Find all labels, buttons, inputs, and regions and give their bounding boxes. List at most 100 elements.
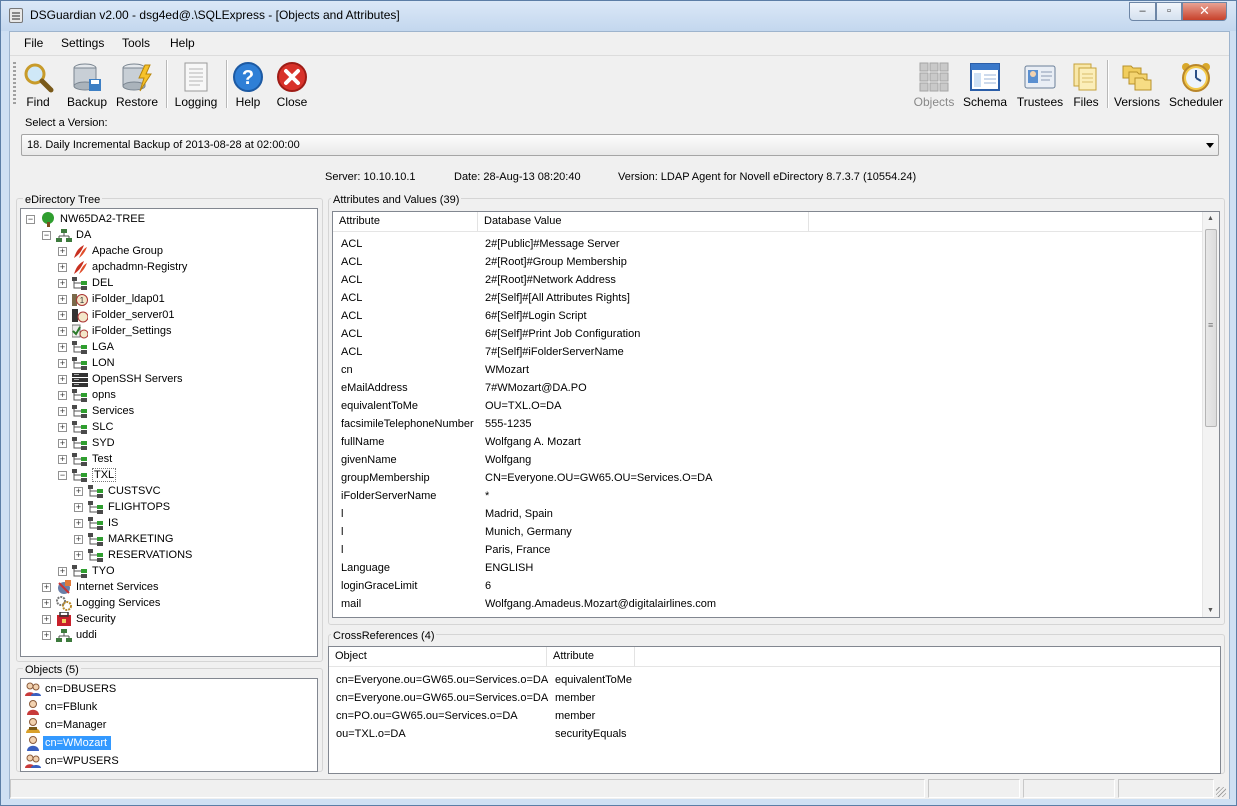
version-label: Select a Version: <box>25 117 108 129</box>
close-button[interactable]: Close <box>274 59 310 111</box>
expand-icon[interactable]: + <box>74 503 83 512</box>
expand-icon[interactable]: + <box>74 519 83 528</box>
expand-icon[interactable]: + <box>58 391 67 400</box>
expand-icon[interactable]: + <box>42 615 51 624</box>
schema-button[interactable]: Schema <box>962 59 1008 111</box>
collapse-icon[interactable]: − <box>42 231 51 240</box>
expand-icon[interactable]: + <box>58 279 67 288</box>
attribute-row[interactable]: ACL 2#[Root]#Network Address <box>333 273 1202 291</box>
resize-grip[interactable] <box>1216 787 1226 797</box>
attribute-row[interactable]: givenName Wolfgang <box>333 453 1202 471</box>
attribute-row[interactable]: fullName Wolfgang A. Mozart <box>333 435 1202 453</box>
expand-icon[interactable]: + <box>42 599 51 608</box>
attribute-row[interactable]: l Munich, Germany <box>333 525 1202 543</box>
attribute-value-cell: 7#WMozart@DA.PO <box>485 382 587 394</box>
attribute-row[interactable]: groupMembership CN=Everyone.OU=GW65.OU=Se… <box>333 471 1202 489</box>
attribute-row[interactable]: Language ENGLISH <box>333 561 1202 579</box>
expand-icon[interactable]: + <box>58 343 67 352</box>
trustees-button[interactable]: Trustees <box>1015 59 1065 111</box>
collapse-icon[interactable]: − <box>58 471 67 480</box>
files-label: Files <box>1073 95 1099 109</box>
help-button[interactable]: ? Help <box>230 59 266 111</box>
logging-button[interactable]: Logging <box>172 59 220 111</box>
menu-tools[interactable]: Tools <box>122 36 150 50</box>
attribute-row[interactable]: mail Wolfgang.Amadeus.Mozart@digitalairli… <box>333 597 1202 615</box>
expand-icon[interactable]: + <box>74 551 83 560</box>
expand-icon[interactable]: + <box>58 407 67 416</box>
attribute-row[interactable]: ACL 2#[Self]#[All Attributes Rights] <box>333 291 1202 309</box>
objects-button[interactable]: Objects <box>912 59 956 111</box>
minimize-button[interactable]: – <box>1129 2 1156 21</box>
attributes-table[interactable]: Attribute Database Value ACL 2#[Public]#M… <box>332 211 1220 618</box>
expand-icon[interactable]: + <box>58 295 67 304</box>
attribute-row[interactable]: iFolderServerName * <box>333 489 1202 507</box>
objects-title: Objects (5) <box>23 664 81 676</box>
expand-icon[interactable]: + <box>58 455 67 464</box>
ou-icon <box>88 532 103 546</box>
expand-icon[interactable]: + <box>74 487 83 496</box>
tree-node-label: SYD <box>92 437 115 449</box>
scheduler-button[interactable]: Scheduler <box>1167 59 1225 111</box>
attribute-name-cell: ACL <box>341 346 363 358</box>
crossref-row[interactable]: ou=TXL.o=DA securityEquals <box>329 725 1220 743</box>
ifolder-server-icon <box>72 308 89 323</box>
col-attribute-header[interactable]: Attribute <box>333 212 478 232</box>
close-window-button[interactable]: ✕ <box>1182 2 1227 21</box>
expand-icon[interactable]: + <box>58 247 67 256</box>
versions-label: Versions <box>1113 95 1161 109</box>
title-bar[interactable]: DSGuardian v2.00 - dsg4ed@.\SQLExpress -… <box>1 1 1236 31</box>
edirectory-tree[interactable]: − NW65DA2-TREE − DA + Apache Group + apchadmn… <box>20 208 318 657</box>
attribute-row[interactable]: ACL 6#[Self]#Login Script <box>333 309 1202 327</box>
expand-icon[interactable]: + <box>58 359 67 368</box>
files-button[interactable]: Files <box>1069 59 1103 111</box>
expand-icon[interactable]: + <box>74 535 83 544</box>
version-select[interactable]: 18. Daily Incremental Backup of 2013-08-… <box>21 134 1219 156</box>
attribute-name-cell: equivalentToMe <box>341 400 419 412</box>
toolbar-grip[interactable] <box>13 62 16 106</box>
expand-icon[interactable]: + <box>58 423 67 432</box>
expand-icon[interactable]: + <box>58 311 67 320</box>
menu-file[interactable]: File <box>24 36 43 50</box>
crossref-row[interactable]: cn=Everyone.ou=GW65.ou=Services.o=DA equi… <box>329 671 1220 689</box>
attribute-row[interactable]: ACL 2#[Public]#Message Server <box>333 237 1202 255</box>
attribute-row[interactable]: equivalentToMe OU=TXL.O=DA <box>333 399 1202 417</box>
attribute-row[interactable]: facsimileTelephoneNumber 555-1235 <box>333 417 1202 435</box>
tree-node-label: opns <box>92 389 116 401</box>
expand-icon[interactable]: + <box>58 567 67 576</box>
col-xref-attribute-header[interactable]: Attribute <box>547 647 635 667</box>
attribute-row[interactable]: ACL 7#[Self]#iFolderServerName <box>333 345 1202 363</box>
restore-button[interactable]: Restore <box>114 59 160 111</box>
attribute-row[interactable]: ACL 2#[Root]#Group Membership <box>333 255 1202 273</box>
attribute-row[interactable]: eMailAddress 7#WMozart@DA.PO <box>333 381 1202 399</box>
backup-button[interactable]: Backup <box>65 59 109 111</box>
expand-icon[interactable]: + <box>42 583 51 592</box>
attribute-row[interactable]: cn WMozart <box>333 363 1202 381</box>
expand-icon[interactable]: + <box>58 375 67 384</box>
attribute-row[interactable]: ACL 6#[Self]#Print Job Configuration <box>333 327 1202 345</box>
col-object-header[interactable]: Object <box>329 647 547 667</box>
scroll-up-icon[interactable]: ▲ <box>1207 215 1214 222</box>
crossref-row[interactable]: cn=Everyone.ou=GW65.ou=Services.o=DA memb… <box>329 689 1220 707</box>
col-value-header[interactable]: Database Value <box>478 212 809 232</box>
menu-help[interactable]: Help <box>170 36 195 50</box>
expand-icon[interactable]: + <box>58 439 67 448</box>
crossref-row[interactable]: cn=PO.ou=GW65.ou=Services.o=DA member <box>329 707 1220 725</box>
find-button[interactable]: Find <box>19 59 57 111</box>
scroll-thumb[interactable]: ≡ <box>1205 229 1217 427</box>
ou-icon <box>72 420 87 434</box>
attributes-scrollbar[interactable]: ▲ ≡ ▼ <box>1202 212 1219 617</box>
crossref-attribute-cell: securityEquals <box>555 728 627 740</box>
expand-icon[interactable]: + <box>42 631 51 640</box>
objects-list[interactable]: cn=DBUSERS cn=FBlunk cn=Manager cn=WMozart c… <box>20 678 318 772</box>
maximize-button[interactable]: ▫ <box>1156 2 1182 21</box>
attribute-row[interactable]: l Paris, France <box>333 543 1202 561</box>
versions-button[interactable]: Versions <box>1112 59 1162 111</box>
expand-icon[interactable]: + <box>58 327 67 336</box>
expand-icon[interactable]: + <box>58 263 67 272</box>
scroll-down-icon[interactable]: ▼ <box>1207 607 1214 614</box>
attribute-row[interactable]: l Madrid, Spain <box>333 507 1202 525</box>
menu-settings[interactable]: Settings <box>61 36 104 50</box>
tree-node-label: Logging Services <box>76 597 161 609</box>
attribute-row[interactable]: loginGraceLimit 6 <box>333 579 1202 597</box>
crossrefs-table[interactable]: Object Attribute cn=Everyone.ou=GW65.ou=… <box>328 646 1221 774</box>
